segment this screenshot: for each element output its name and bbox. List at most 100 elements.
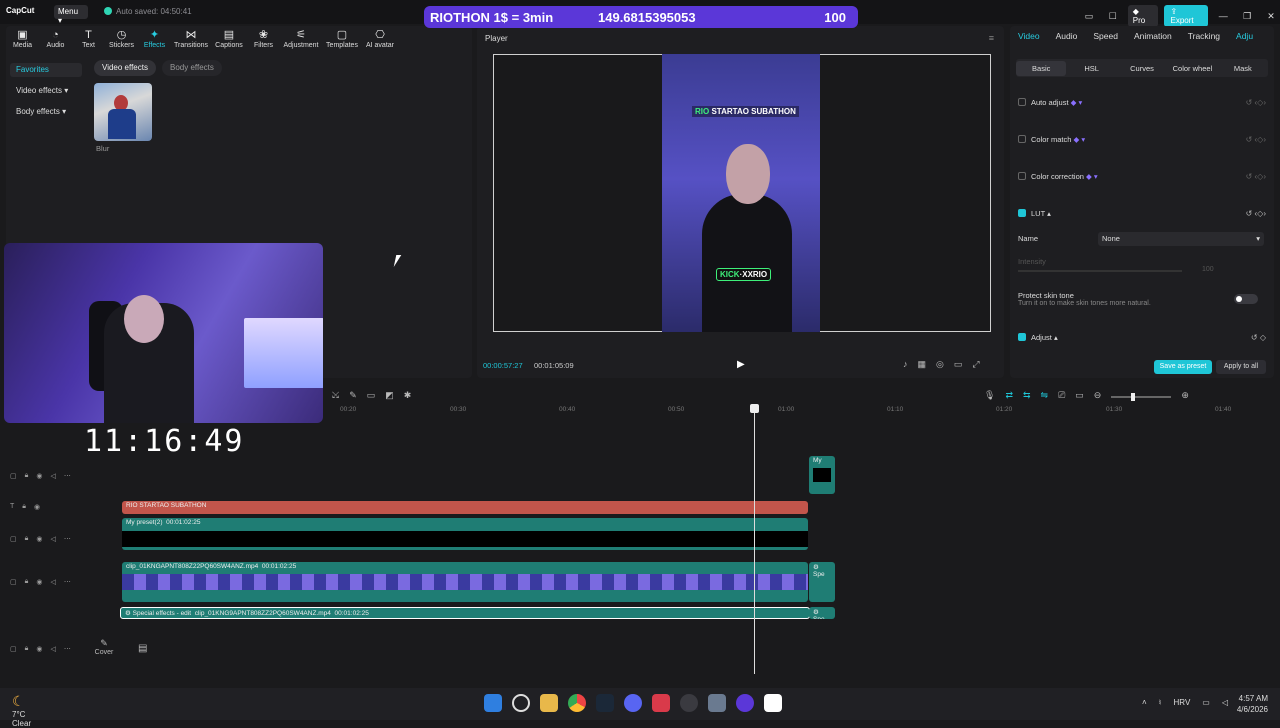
tool-text[interactable]: T Text (72, 26, 105, 49)
pro-button[interactable]: ◆ Pro (1127, 5, 1159, 27)
eye-icon[interactable]: ◉ (36, 472, 42, 480)
screenshot-icon[interactable]: ◎ (936, 359, 944, 370)
search-icon[interactable] (512, 694, 530, 712)
magnet-icon[interactable]: ⇆ (1023, 390, 1031, 401)
apply-all-button[interactable]: Apply to all (1216, 360, 1266, 374)
speaker-icon[interactable]: ◁ (50, 578, 55, 586)
main-track-icon[interactable]: ▤ (138, 643, 147, 654)
more-icon[interactable]: ⋯ (64, 645, 71, 653)
lut-row[interactable]: LUT ▴ (1018, 209, 1051, 218)
app-circle-icon[interactable] (736, 694, 754, 712)
video-clip[interactable]: clip_01KNGAPNT808Z22PQ60SW4ANZ.mp4 00:01… (122, 562, 808, 602)
small-clip[interactable]: My (809, 456, 835, 494)
tool-adjustment[interactable]: ⚟ Adjustment (280, 26, 322, 49)
zoom-in-icon[interactable]: ⊕ (1181, 390, 1189, 401)
lut-checkbox[interactable] (1018, 209, 1026, 217)
sidebar-item-favorites[interactable]: Favorites (10, 63, 82, 77)
freeze-icon[interactable]: ✱ (404, 390, 412, 401)
settings-icon[interactable] (708, 694, 726, 712)
color-correction-checkbox[interactable] (1018, 172, 1026, 180)
magic-icon[interactable]: ✎ (349, 390, 357, 401)
tab-animation[interactable]: Animation (1134, 31, 1172, 41)
color-correction-actions[interactable]: ↺ ‹◇› (1246, 172, 1266, 181)
spe-clip-1[interactable]: ⚙ Spe (809, 562, 835, 602)
file-explorer-icon[interactable] (540, 694, 558, 712)
tool-effects[interactable]: ✦ Effects (138, 26, 171, 49)
playhead[interactable] (750, 404, 759, 674)
zoom-out-icon[interactable]: ⊖ (1094, 390, 1102, 401)
speaker-icon[interactable]: ◁ (50, 472, 55, 480)
tool-stickers[interactable]: ◷ Stickers (105, 26, 138, 49)
tool-media[interactable]: ▣ Media (6, 26, 39, 49)
subtab-hsl[interactable]: HSL (1066, 61, 1116, 76)
lock-icon[interactable]: 🔒︎ (25, 472, 29, 480)
color-match-checkbox[interactable] (1018, 135, 1026, 143)
tab-video-effects[interactable]: Video effects (94, 60, 156, 76)
zoom-slider[interactable] (1111, 393, 1172, 401)
more-icon[interactable]: ⋯ (64, 535, 71, 543)
fullscreen-icon[interactable]: ⤢ (972, 359, 979, 370)
speaker-icon[interactable]: ◁ (50, 645, 55, 653)
minimize-icon[interactable]: — (1214, 11, 1232, 21)
lock-icon[interactable]: 🔒︎ (22, 503, 26, 511)
player-menu-icon[interactable]: ≡ (989, 33, 994, 43)
crop-icon[interactable]: ▭ (367, 390, 376, 401)
intensity-slider[interactable] (1018, 270, 1182, 272)
volume-icon[interactable]: ◁ (1222, 698, 1228, 707)
tool-audio[interactable]: ◔ Audio (39, 26, 72, 49)
effect-clip[interactable]: ⚙ Special effects - edit clip_01KNG9APNT… (120, 607, 810, 619)
mic-tray-icon[interactable]: ♮ (1159, 698, 1162, 707)
effect-thumbnail[interactable] (94, 83, 152, 141)
lock-icon[interactable]: 🔒︎ (25, 535, 29, 543)
eye-icon[interactable]: ◉ (34, 503, 40, 511)
subtab-basic[interactable]: Basic (1016, 60, 1067, 76)
lut-name-select[interactable]: None ▾ (1098, 232, 1264, 246)
menu-button[interactable]: Menu ▾ (54, 5, 88, 25)
eye-icon[interactable]: ◉ (36, 578, 42, 586)
lock-icon[interactable]: 🔒︎ (25, 578, 29, 586)
link-icon[interactable]: ⇄ (1005, 390, 1013, 401)
windows-start-icon[interactable] (484, 694, 502, 712)
taskbar-clock[interactable]: 4:57 AM 4/6/2026 (1237, 693, 1268, 715)
subtab-curves[interactable]: Curves (1117, 61, 1167, 76)
tool-ai-avatar[interactable]: ⎔ AI avatar (362, 26, 398, 49)
auto-adjust-actions[interactable]: ↺ ‹◇› (1246, 98, 1266, 107)
text-clip[interactable]: RIO STARTAO SUBATHON (122, 501, 808, 514)
chrome-icon[interactable] (568, 694, 586, 712)
caption-track-icon[interactable]: ▭ (1075, 390, 1084, 401)
preset-clip[interactable]: My preset(2) 00:01:02:25 (122, 518, 808, 550)
discord-icon[interactable] (624, 694, 642, 712)
eye-icon[interactable]: ◉ (36, 535, 42, 543)
mask-icon[interactable]: ◩ (385, 390, 394, 401)
spe-clip-2[interactable]: ⚙ Spe (809, 607, 835, 619)
zoom-handle[interactable] (1131, 393, 1136, 401)
preview-axis-icon[interactable]: ⎚ (1058, 390, 1065, 401)
restore-icon[interactable]: ❐ (1238, 11, 1256, 22)
shortcut-icon[interactable]: ☐ (1104, 11, 1122, 22)
tab-tracking[interactable]: Tracking (1188, 31, 1220, 41)
color-correction-row[interactable]: Color correction ◆ ▾ (1018, 172, 1098, 181)
tab-adjust[interactable]: Adju (1236, 31, 1253, 41)
steam-icon[interactable] (596, 694, 614, 712)
adjust-checkbox[interactable] (1018, 333, 1026, 341)
export-button[interactable]: ⇪ Export (1164, 5, 1209, 27)
subtab-mask[interactable]: Mask (1218, 61, 1268, 76)
layout-icon[interactable]: ▭ (1080, 11, 1098, 22)
tiktok-icon[interactable]: ♪ (903, 359, 908, 370)
ratio-icon[interactable]: ▭ (954, 359, 963, 370)
tool-filters[interactable]: ❀ Filters (247, 26, 280, 49)
network-icon[interactable]: ▭ (1202, 698, 1210, 707)
weather-widget[interactable]: ☾ 7°C Clear (12, 693, 31, 728)
save-preset-button[interactable]: Save as preset (1154, 360, 1212, 374)
subtab-color-wheel[interactable]: Color wheel (1167, 61, 1217, 76)
quality-icon[interactable]: ▦ (918, 359, 927, 370)
sidebar-item-body-effects[interactable]: Body effects ▾ (10, 105, 82, 119)
tray-chevron-icon[interactable]: ˄ (1142, 698, 1147, 707)
auto-adjust-row[interactable]: Auto adjust ◆ ▾ (1018, 98, 1082, 107)
play-icon[interactable]: ▶ (737, 359, 745, 370)
tab-video[interactable]: Video (1018, 31, 1040, 41)
snap-icon[interactable]: ⇋ (1041, 390, 1049, 401)
more-icon[interactable]: ⋯ (64, 578, 71, 586)
tool-transitions[interactable]: ⋈ Transitions (171, 26, 211, 49)
sidebar-item-video-effects[interactable]: Video effects ▾ (10, 84, 82, 98)
